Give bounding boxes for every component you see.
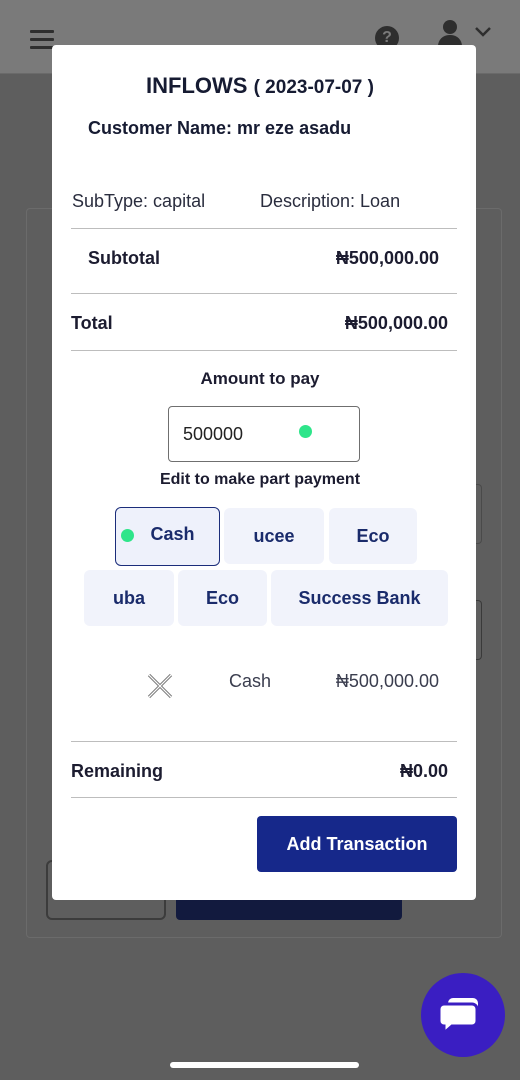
- payment-option-uba[interactable]: uba: [84, 570, 174, 626]
- payment-option-eco-2[interactable]: Eco: [178, 570, 267, 626]
- chevron-down-icon[interactable]: [474, 26, 492, 38]
- divider: [71, 350, 457, 351]
- divider: [71, 741, 457, 742]
- total-label: Total: [71, 313, 113, 333]
- divider: [71, 797, 457, 798]
- subtotal-label: Subtotal: [88, 248, 160, 268]
- remaining-value: ₦0.00: [399, 761, 448, 781]
- amount-to-pay-input[interactable]: [168, 406, 360, 462]
- selected-indicator-dot: [121, 529, 134, 542]
- subtotal-value: ₦500,000.00: [335, 248, 439, 268]
- remaining-label: Remaining: [71, 761, 164, 781]
- payment-option-eco[interactable]: Eco: [329, 508, 417, 564]
- payment-option-label: Eco: [205, 588, 239, 608]
- home-indicator: [170, 1062, 359, 1068]
- payment-option-label: Eco: [356, 526, 390, 546]
- subtype-text: SubType: capital: [72, 191, 206, 211]
- part-payment-hint: Edit to make part payment: [159, 471, 361, 488]
- input-status-dot: [299, 425, 312, 438]
- chat-button[interactable]: [421, 973, 505, 1057]
- payment-option-label: Cash: [150, 524, 195, 544]
- add-transaction-button[interactable]: Add Transaction: [257, 816, 457, 872]
- payment-option-cash[interactable]: Cash: [115, 507, 220, 566]
- modal-title-date: ( 2023-07-07 ): [253, 77, 374, 98]
- selected-payment-amount: ₦500,000.00: [335, 671, 439, 691]
- chat-icon: [437, 998, 479, 1037]
- close-icon[interactable]: [146, 672, 174, 700]
- amount-to-pay-label: Amount to pay: [200, 369, 320, 388]
- total-value: ₦500,000.00: [344, 313, 448, 333]
- divider: [71, 293, 457, 294]
- divider: [71, 228, 457, 229]
- description-text: Description: Loan: [260, 191, 401, 211]
- modal-title: INFLOWS ( 2023-07-07 ): [0, 73, 520, 99]
- customer-name: Customer Name: mr eze asadu: [88, 118, 352, 138]
- payment-option-label: Success Bank: [298, 588, 421, 608]
- modal-title-text: INFLOWS: [146, 73, 248, 98]
- payment-option-label: ucee: [253, 526, 295, 546]
- selected-payment-method: Cash: [229, 671, 272, 691]
- hamburger-menu-icon[interactable]: [30, 30, 54, 50]
- payment-option-label: uba: [112, 588, 145, 608]
- payment-option-success-bank[interactable]: Success Bank: [271, 570, 448, 626]
- payment-option-ucee[interactable]: ucee: [224, 508, 324, 564]
